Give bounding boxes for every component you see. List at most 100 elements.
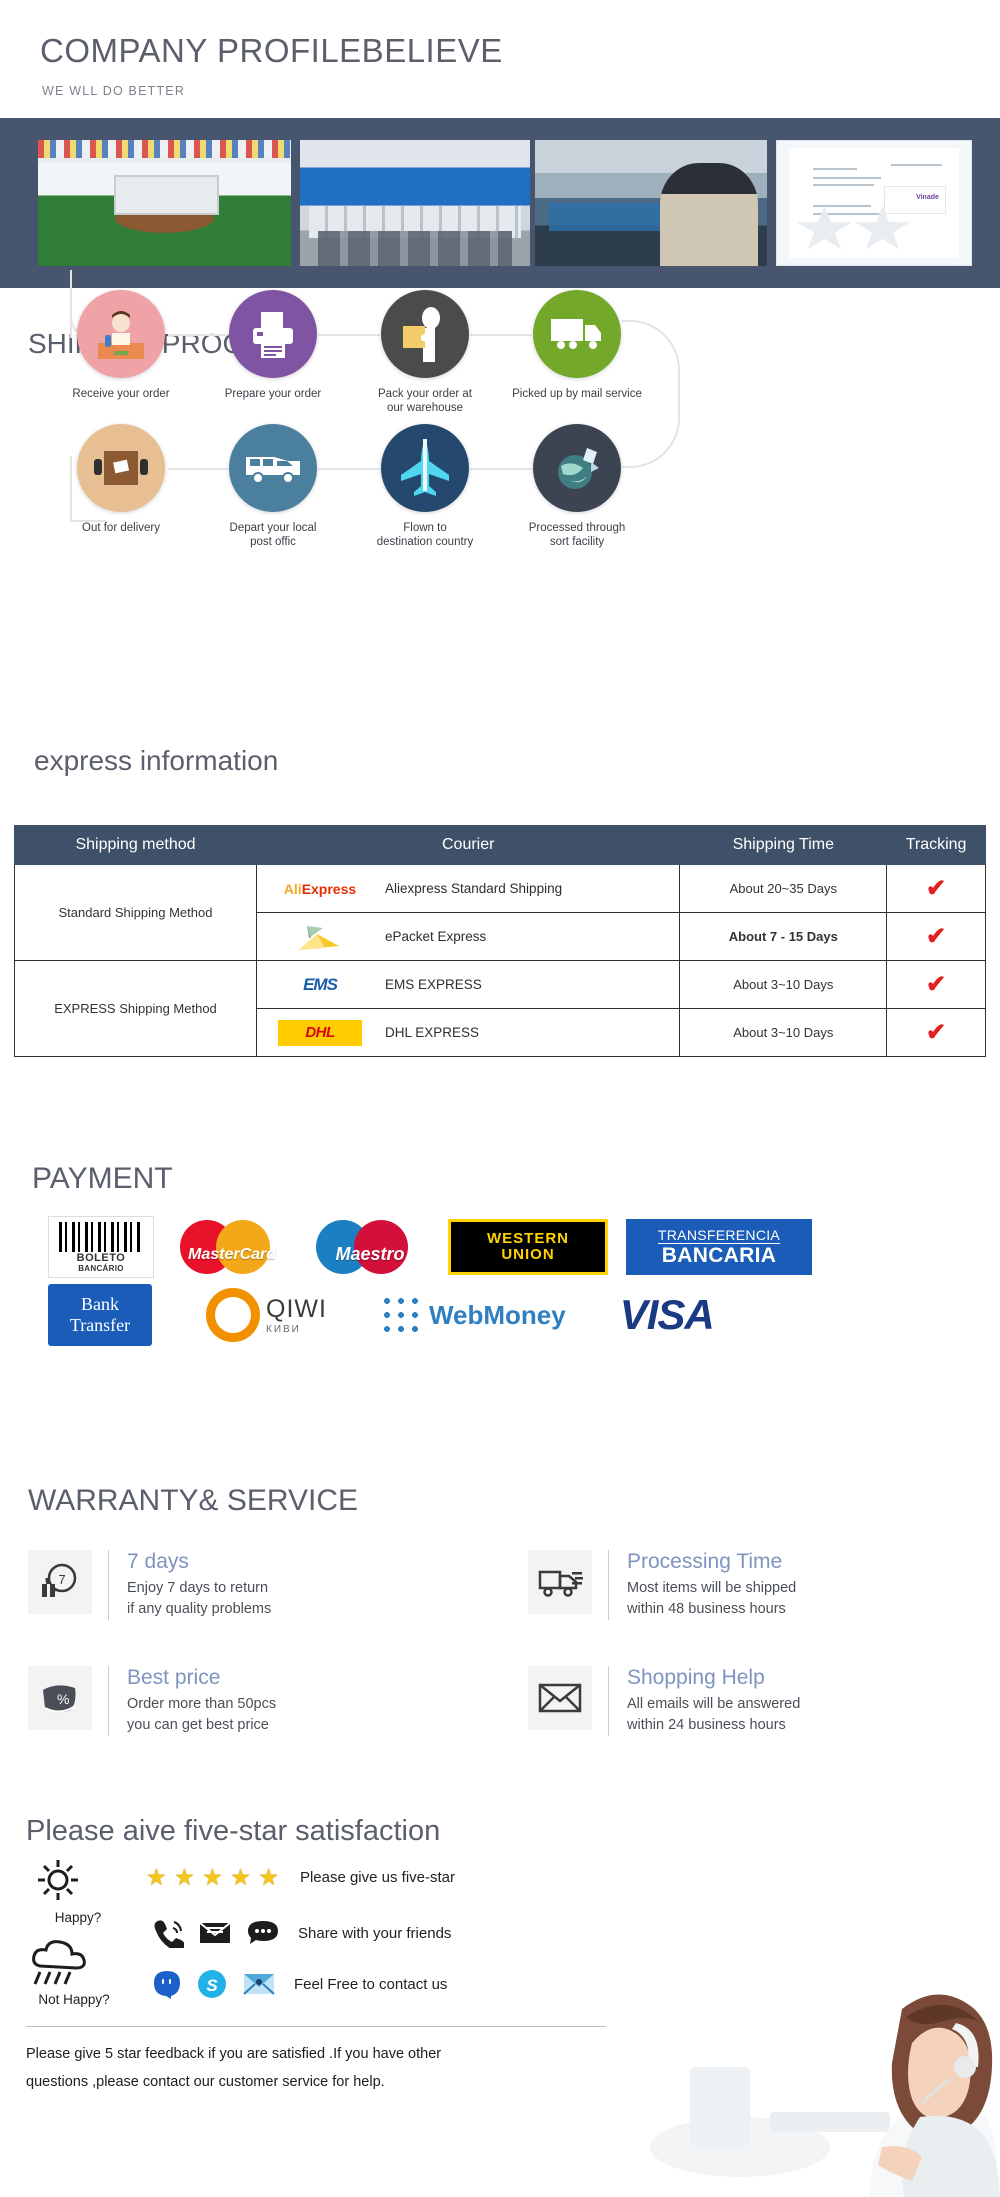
boleto-line2: BANCÁRIO: [78, 1263, 124, 1273]
delivery-truck-icon: [528, 1550, 592, 1614]
mastercard-logo: MasterCard: [172, 1218, 292, 1276]
cell-courier-ems: EMS EMS EXPRESS: [255, 960, 681, 1009]
mail-icon[interactable]: [198, 1919, 232, 1947]
bt-line1: Bank: [81, 1294, 119, 1314]
express-information-title: express information: [34, 745, 279, 776]
process-step-2: Prepare your order: [198, 290, 348, 401]
table-row: EXPRESS Shipping Method EMS EMS EXPRESS …: [14, 960, 986, 1057]
skype-icon[interactable]: S: [196, 1968, 228, 2000]
process-step-6: Depart your local post offic: [198, 424, 348, 550]
warranty-item-processing-time: Processing Time Most items will be shipp…: [528, 1550, 948, 1621]
wu-line2: UNION: [501, 1246, 555, 1263]
discount-percent-icon: %: [28, 1666, 92, 1730]
rain-cloud-icon: [32, 1940, 86, 1985]
happy-label: Happy?: [54, 1910, 102, 1925]
process-step-3: Pack your order at our warehouse: [350, 290, 500, 416]
printer-icon: [229, 290, 317, 378]
maestro-logo: Maestro: [310, 1218, 430, 1276]
cell-time-epacket: About 7 - 15 Days: [679, 912, 888, 961]
banner-image-factory: [535, 140, 767, 266]
process-step-4-label: Picked up by mail service: [512, 388, 642, 400]
svg-text:S: S: [206, 1976, 218, 1995]
messenger-icon[interactable]: [152, 1969, 182, 1999]
feedback-note-line2: questions ,please contact our customer s…: [26, 2074, 385, 2090]
table-row: Standard Shipping Method AliExpress Alie…: [14, 864, 986, 961]
boleto-line1: BOLETO: [76, 1251, 126, 1264]
sun-icon: [38, 1860, 78, 1900]
visa-logo: VISA: [620, 1286, 715, 1344]
payment-logo-row-1: BOLETO BANCÁRIO MasterCard Maestro WESTE…: [48, 1216, 968, 1278]
van-icon: [229, 424, 317, 512]
cell-tracking-dhl: ✔: [886, 1008, 986, 1057]
warranty-title: Shopping Help: [627, 1666, 765, 1689]
process-step-6-label: Depart your local post offic: [229, 522, 317, 549]
feedback-row-share: Share with your friends: [152, 1918, 451, 1948]
warranty-line1: Order more than 50pcs: [127, 1696, 277, 1712]
cell-time-aliexpress: About 20~35 Days: [679, 864, 888, 913]
certificate-mark-label: Vinade: [916, 194, 939, 202]
star-rating: ★ ★ ★ ★ ★: [146, 1864, 282, 1891]
cell-courier-epacket: ePacket Express: [255, 912, 681, 961]
webmoney-text: WebMoney: [428, 1299, 566, 1330]
tb-line2: BANCARIA: [661, 1243, 777, 1267]
warranty-line1: Most items will be shipped: [627, 1580, 797, 1596]
warranty-item-7-days: 7 7 days Enjoy 7 days to return if any q…: [28, 1550, 448, 1621]
svg-text:7: 7: [58, 1572, 65, 1587]
ems-logo: EMS: [264, 967, 375, 1002]
payment-title: PAYMENT: [32, 1162, 173, 1195]
process-step-5-label: Out for delivery: [82, 522, 160, 534]
feedback-row-text: Please give us five-star: [299, 1869, 456, 1886]
courier-name: Aliexpress Standard Shipping: [384, 881, 563, 896]
check-icon: ✔: [926, 922, 947, 950]
warranty-item-shopping-help: Shopping Help All emails will be answere…: [528, 1666, 948, 1737]
warranty-item-best-price: % Best price Order more than 50pcs you c…: [28, 1666, 448, 1737]
warranty-title: Best price: [127, 1666, 221, 1689]
transferencia-bancaria-logo: TRANSFERENCIA BANCARIA: [626, 1218, 812, 1276]
truck-icon: [533, 290, 621, 378]
feedback-row-text: Feel Free to contact us: [294, 1975, 448, 1993]
process-step-4: Picked up by mail service: [502, 290, 652, 401]
chat-bubble-icon[interactable]: [246, 1919, 280, 1947]
courier-name: EMS EXPRESS: [384, 977, 482, 992]
courier-name: ePacket Express: [384, 929, 487, 944]
wu-line1: WESTERN: [487, 1230, 569, 1248]
email-icon[interactable]: [242, 1970, 276, 1998]
check-icon: ✔: [926, 970, 947, 998]
banner-image-office: [300, 140, 530, 266]
mood-not-happy: Not Happy?: [26, 1940, 122, 2007]
dhl-logo: DHL: [265, 1016, 375, 1050]
express-information-table: Shipping method Courier Shipping Time Tr…: [14, 825, 986, 1057]
cell-method-express: EXPRESS Shipping Method: [14, 960, 257, 1057]
webmoney-logo: WebMoney: [380, 1286, 566, 1344]
not-happy-label: Not Happy?: [38, 1992, 110, 2007]
check-icon: ✔: [926, 874, 947, 902]
product-detail-page: COMPANY PROFILEBELIEVE WE WLL DO BETTER …: [0, 0, 1000, 2197]
clock-7-days-icon: 7: [28, 1550, 92, 1614]
phone-icon[interactable]: [152, 1918, 184, 1948]
courier-name: DHL EXPRESS: [384, 1025, 480, 1040]
mood-happy: Happy?: [30, 1858, 126, 1925]
warranty-service-title: WARRANTY& SERVICE: [28, 1484, 359, 1517]
customer-service-agent-photo: [620, 1947, 1000, 2197]
airplane-icon: [381, 424, 469, 512]
payment-logo-row-2: Bank Transfer QIWI КИВИ WebMoney VISA: [48, 1284, 968, 1346]
cell-time-ems: About 3~10 Days: [679, 960, 888, 1009]
cell-tracking-epacket: ✔: [886, 912, 986, 961]
page-subtitle: WE WLL DO BETTER: [42, 84, 186, 98]
banner-image-certificate: Vinade: [776, 140, 972, 266]
warranty-line2: within 24 business hours: [627, 1717, 786, 1734]
maestro-text: Maestro: [335, 1244, 405, 1264]
process-step-5: Out for delivery: [46, 424, 196, 535]
process-step-7: Flown to destination country: [350, 424, 500, 550]
cell-courier-dhl: DHL DHL EXPRESS: [255, 1008, 681, 1057]
warranty-line2: within 48 business hours: [627, 1601, 786, 1618]
worker-with-box-icon: [381, 290, 469, 378]
bt-line2: Transfer: [69, 1315, 131, 1335]
process-step-8-label: Processed through sort facility: [528, 522, 626, 549]
qiwi-logo: QIWI КИВИ: [206, 1286, 327, 1344]
divider: [26, 2026, 606, 2027]
feedback-row-contact: S Feel Free to contact us: [152, 1968, 447, 2000]
feedback-row-text: Share with your friends: [298, 1924, 452, 1942]
process-step-7-label: Flown to destination country: [376, 522, 474, 549]
epacket-envelope-logo: [265, 920, 375, 954]
